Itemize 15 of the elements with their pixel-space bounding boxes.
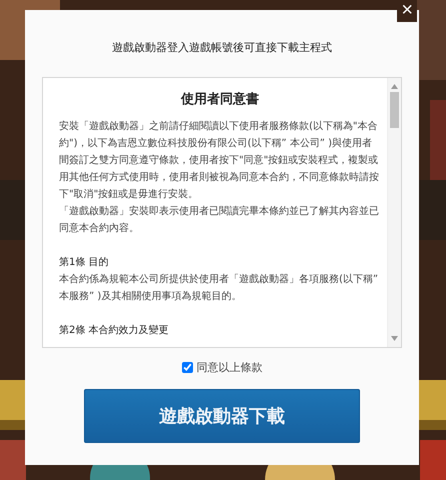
scrollbar-thumb[interactable] bbox=[390, 92, 399, 128]
close-button[interactable]: × bbox=[397, 0, 417, 22]
agree-label: 同意以上條款 bbox=[196, 360, 262, 375]
scroll-down-icon[interactable] bbox=[391, 336, 398, 341]
scrollbar[interactable] bbox=[387, 78, 401, 347]
terms-title: 使用者同意書 bbox=[180, 90, 260, 108]
terms-paragraph: 安裝「遊戲啟動器」之前請仔細閱讀以下使用者服務條款(以下稱為"本合約")，以下為吉恩立數位科技股份有限公司(以下稱” 本公司” )與使用者間簽訂之雙方同意遵守條款，使用者按下"同意"按鈕或安裝程式，複製或用其他任何方式使用時，使用者則被視為同意本合約，不同意條款時請按下"取消"按鈕或是毋進行安裝。 bbox=[59, 120, 380, 202]
terms-paragraph: 本合約係為規範本公司所提供於使用者「遊戲啟動器」各項服務(以下稱” 本服務” )及其相關使用事項為規範目的。 bbox=[59, 272, 380, 304]
section-heading: 第2條 本合約效力及變更 bbox=[59, 324, 170, 338]
dialog-subtitle: 遊戲啟動器登入遊戲帳號後可直接下載主程式 bbox=[112, 40, 332, 56]
agree-checkbox[interactable] bbox=[182, 362, 192, 373]
scroll-up-icon[interactable] bbox=[391, 84, 398, 89]
terms-paragraph: 「遊戲啟動器」安裝即表示使用者已閱讀完畢本條約並已了解其內容並已同意本合約內容。 bbox=[59, 204, 380, 236]
download-button[interactable]: 遊戲啟動器下載 bbox=[84, 389, 360, 443]
section-heading: 第1條 目的 bbox=[59, 256, 110, 270]
